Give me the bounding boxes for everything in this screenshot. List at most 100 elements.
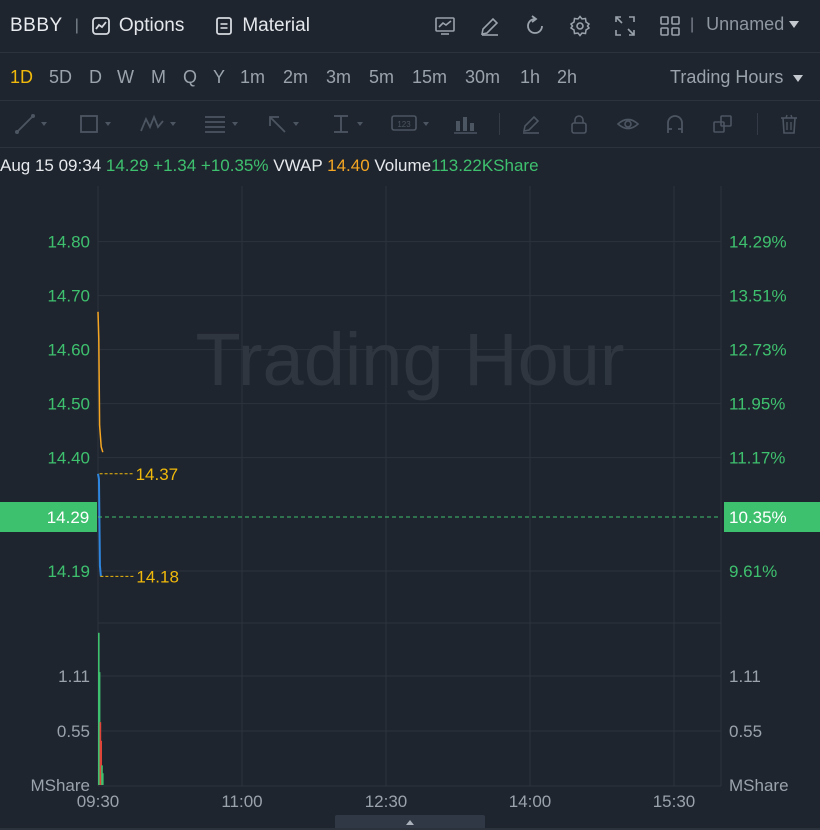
vwap-value: 14.40 <box>327 156 370 175</box>
options-label: Options <box>118 15 185 36</box>
interval-3m[interactable]: 3m <box>326 67 351 88</box>
chevron-up-icon <box>406 820 414 825</box>
interval-M[interactable]: M <box>151 67 166 88</box>
chart-watermark: Trading Hour <box>195 318 624 401</box>
time-tick-label: 15:30 <box>653 792 696 811</box>
time-tick-label: 11:00 <box>221 792 262 811</box>
chart-series: 14.37 14.18 <box>97 311 179 785</box>
draw-edit-icon[interactable] <box>467 10 512 42</box>
volume-label: Volume <box>374 156 432 175</box>
trash-icon[interactable] <box>778 112 800 136</box>
chart-indicator-icon[interactable] <box>422 10 467 42</box>
interval-15m[interactable]: 15m <box>412 67 447 88</box>
percent-tick-label: 14.29% <box>729 233 787 252</box>
price-tick-label: 14.60 <box>47 341 90 360</box>
time-tick-label: 12:30 <box>365 792 408 811</box>
layout-name: Unnamed <box>706 14 785 34</box>
percent-tick-label: 11.17% <box>729 449 785 468</box>
material-label: Material <box>242 15 310 36</box>
percent-tick-label: 11.95% <box>729 395 785 414</box>
interval-Q[interactable]: Q <box>183 67 197 88</box>
options-chart-icon <box>91 17 110 35</box>
material-button[interactable]: Material <box>214 15 310 37</box>
quote-info: Aug 15 09:34 14.29 +1.34 +10.35% VWAP 14… <box>0 156 539 176</box>
low-marker-label: 14.18 <box>136 567 179 586</box>
volume-bar <box>102 773 104 785</box>
interval-2m[interactable]: 2m <box>283 67 308 88</box>
layout-separator: | <box>690 15 695 33</box>
ticker-symbol[interactable]: BBBY <box>10 15 63 37</box>
header-tools <box>422 10 692 42</box>
pencil-icon[interactable] <box>520 112 542 136</box>
trend-line-icon[interactable] <box>14 112 47 136</box>
interval-1h[interactable]: 1h <box>520 67 540 88</box>
quote-datetime: Aug 15 09:34 <box>0 156 102 175</box>
annotation-badge: 123 <box>397 120 411 129</box>
price-tick-label: 14.80 <box>47 233 90 252</box>
interval-Y[interactable]: Y <box>213 67 225 88</box>
time-axis: 09:30 11:00 12:30 14:00 15:30 <box>77 792 696 811</box>
measure-icon[interactable] <box>330 112 363 136</box>
price-tick-label: 14.40 <box>47 449 90 468</box>
chart-grid <box>97 186 722 787</box>
toolbar-divider <box>757 113 758 135</box>
settings-gear-icon[interactable] <box>557 10 602 42</box>
document-icon <box>216 17 233 35</box>
refresh-icon[interactable] <box>512 10 557 42</box>
interval-5m[interactable]: 5m <box>369 67 394 88</box>
trading-hours-label: Trading Hours <box>670 67 784 87</box>
price-tick-label: 14.70 <box>47 287 90 306</box>
arrow-icon[interactable] <box>266 112 299 136</box>
trading-hours-dropdown[interactable]: Trading Hours <box>670 67 804 88</box>
time-tick-label: 09:30 <box>77 792 120 811</box>
interval-5D[interactable]: 5D <box>49 67 72 88</box>
quote-change-pct: +10.35% <box>200 156 269 175</box>
pattern-icon[interactable] <box>139 112 176 136</box>
fullscreen-icon[interactable] <box>602 10 647 42</box>
header-separator: | <box>74 17 79 34</box>
interval-W[interactable]: W <box>117 67 134 88</box>
toolbar-divider <box>499 113 500 135</box>
volume-tick-label-right: 0.55 <box>729 722 762 741</box>
grid-layout-icon[interactable] <box>647 10 692 42</box>
fib-lines-icon[interactable] <box>203 112 238 136</box>
rectangle-icon[interactable] <box>78 112 111 136</box>
options-button[interactable]: Options <box>91 15 184 37</box>
percent-tick-label: 12.73% <box>729 341 787 360</box>
percent-tick-label: 9.61% <box>729 562 777 581</box>
last-price-right-label: 10.35% <box>729 508 787 527</box>
price-chart[interactable]: Trading Hour 14.80 14.70 14.60 14.50 14.40 14… <box>0 186 820 814</box>
interval-2h[interactable]: 2h <box>557 67 577 88</box>
volume-value: 113.22KShare <box>431 156 539 175</box>
magnet-icon[interactable] <box>664 112 686 136</box>
drawing-toolbar: 123 <box>0 101 820 148</box>
interval-bar: 1D 5D D W M Q Y 1m 2m 3m 5m 15m 30m 1h 2… <box>0 53 820 101</box>
top-bar: BBBY | Options Material | Unnamed <box>0 0 820 53</box>
last-price-left-label: 14.29 <box>47 508 90 527</box>
layers-icon[interactable] <box>711 112 735 136</box>
lock-icon[interactable] <box>568 112 590 136</box>
annotation-icon[interactable]: 123 <box>390 112 429 136</box>
percent-tick-label: 13.51% <box>729 287 787 306</box>
interval-1D[interactable]: 1D <box>10 67 33 88</box>
price-tick-label: 14.19 <box>47 562 90 581</box>
chevron-down-icon <box>789 21 800 28</box>
quote-change: +1.34 <box>153 156 197 175</box>
time-tick-label: 14:00 <box>509 792 552 811</box>
interval-D[interactable]: D <box>89 67 102 88</box>
vwap-label: VWAP <box>273 156 323 175</box>
volume-tick-label: 0.55 <box>57 722 90 741</box>
eye-icon[interactable] <box>616 112 640 136</box>
vwap-line <box>97 311 104 453</box>
last-price-line: 14.29 10.35% <box>0 502 820 532</box>
volume-unit-label-right: MShare <box>729 776 789 795</box>
layout-selector[interactable]: | Unnamed <box>690 14 800 35</box>
candlestick-icon[interactable] <box>453 112 479 136</box>
volume-tick-label: 1.11 <box>58 667 90 686</box>
interval-30m[interactable]: 30m <box>465 67 500 88</box>
volume-tick-label-right: 1.11 <box>729 667 761 686</box>
interval-1m[interactable]: 1m <box>240 67 265 88</box>
quote-price: 14.29 <box>105 156 149 175</box>
chevron-down-icon <box>793 74 804 82</box>
price-tick-label: 14.50 <box>47 395 90 414</box>
